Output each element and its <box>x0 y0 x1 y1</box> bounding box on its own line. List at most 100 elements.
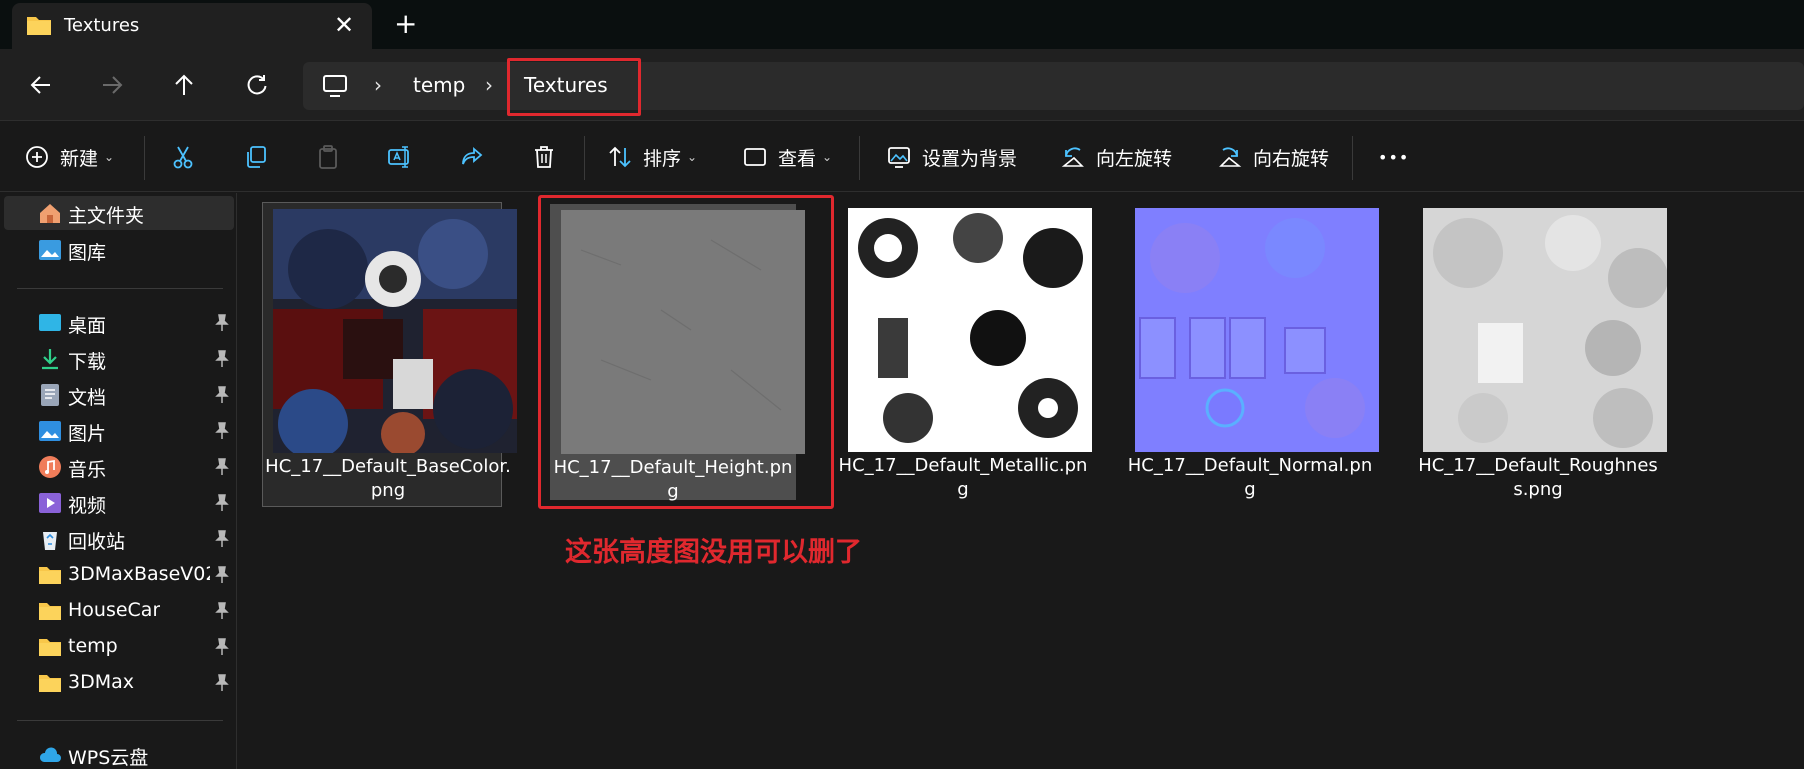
command-bar: 新建 ⌄ 排序 ⌄ 查看 ⌄ 设置为背景 向左旋转 向右旋转 ••• <box>0 122 1804 192</box>
highlight-box-breadcrumb <box>507 58 641 116</box>
pin-icon[interactable] <box>214 458 230 476</box>
file-item[interactable]: HC_17__Default_Normal.png <box>1125 202 1379 507</box>
gallery-icon <box>39 240 61 260</box>
home-icon <box>40 204 60 223</box>
pin-icon[interactable] <box>214 386 230 404</box>
breadcrumb-separator-icon[interactable]: › <box>374 73 382 97</box>
pin-icon[interactable] <box>214 530 230 548</box>
sidebar-item-label: 3DMaxBaseV020 <box>68 563 210 585</box>
sidebar-item-label: 主文件夹 <box>68 205 145 227</box>
sidebar-item-label: WPS云盘 <box>68 747 149 769</box>
sidebar-item-desktop[interactable]: 桌面 <box>4 306 234 340</box>
sidebar-divider <box>17 288 223 289</box>
music-icon <box>39 456 61 478</box>
file-name: HC_17__Default_Normal.png <box>1127 455 1373 500</box>
pin-icon[interactable] <box>214 422 230 440</box>
document-icon <box>41 384 59 406</box>
sidebar-item-label: temp <box>68 635 118 657</box>
rotate-right-button[interactable]: 向右旋转 <box>1217 140 1329 174</box>
sidebar-item-home[interactable]: 主文件夹 <box>4 196 234 230</box>
sidebar-item-label: HouseCar <box>68 599 161 621</box>
share-button[interactable] <box>459 140 485 174</box>
new-button[interactable]: 新建 ⌄ <box>24 140 114 174</box>
image-thumbnail <box>848 208 1092 452</box>
sidebar-item-downloads[interactable]: 下载 <box>4 342 234 376</box>
image-thumbnail <box>1135 208 1379 452</box>
set-as-background-label: 设置为背景 <box>922 147 1018 170</box>
pictures-icon <box>39 421 61 441</box>
sidebar-item-label: 视频 <box>68 495 107 517</box>
new-label: 新建 <box>60 147 99 170</box>
sidebar-item-wps-cloud[interactable]: WPS云盘 <box>4 738 234 769</box>
copy-button[interactable] <box>243 140 269 174</box>
sort-label: 排序 <box>643 147 682 170</box>
sidebar-item-videos[interactable]: 视频 <box>4 486 234 520</box>
pin-icon[interactable] <box>214 638 230 656</box>
pin-icon[interactable] <box>214 350 230 368</box>
sidebar-item-label: 回收站 <box>68 531 126 553</box>
sidebar-item-documents[interactable]: 文档 <box>4 378 234 412</box>
sidebar-item-gallery[interactable]: 图库 <box>4 233 234 267</box>
computer-icon[interactable] <box>321 73 349 99</box>
delete-button[interactable] <box>531 140 557 174</box>
arrow-right-icon <box>103 76 123 94</box>
close-tab-icon[interactable]: ✕ <box>334 13 354 37</box>
pin-icon[interactable] <box>214 494 230 512</box>
sidebar-item-label: 桌面 <box>68 315 107 337</box>
share-icon <box>462 147 483 165</box>
more-options-button[interactable]: ••• <box>1378 140 1409 174</box>
sidebar-item-temp[interactable]: temp <box>4 630 234 664</box>
image-thumbnail <box>1423 208 1667 452</box>
file-name: HC_17__Default_BaseColor.png <box>265 456 511 501</box>
rotate-right-icon <box>1219 147 1242 167</box>
sidebar-item-3dmax[interactable]: 3DMax <box>4 666 234 700</box>
file-name: HC_17__Default_Roughness.png <box>1418 455 1658 500</box>
rotate-left-icon <box>1061 147 1084 167</box>
sidebar-item-recycle-bin[interactable]: 回收站 <box>4 522 234 556</box>
sidebar-item-pictures[interactable]: 图片 <box>4 414 234 448</box>
new-tab-button[interactable]: + <box>394 10 417 38</box>
rotate-left-button[interactable]: 向左旋转 <box>1060 140 1172 174</box>
pin-icon[interactable] <box>214 602 230 620</box>
file-item[interactable]: HC_17__Default_Metallic.png <box>838 202 1092 507</box>
paste-button[interactable] <box>315 140 341 174</box>
file-name: HC_17__Default_Metallic.png <box>838 455 1088 500</box>
cut-button[interactable] <box>170 140 196 174</box>
file-item[interactable]: HC_17__Default_Roughness.png <box>1413 202 1667 507</box>
sidebar-item-music[interactable]: 音乐 <box>4 450 234 484</box>
pin-icon[interactable] <box>214 566 230 584</box>
view-button[interactable]: 查看 ⌄ <box>742 140 832 174</box>
rotate-left-label: 向左旋转 <box>1096 147 1173 170</box>
up-button[interactable] <box>167 68 201 102</box>
forward-button[interactable] <box>95 68 129 102</box>
back-button[interactable] <box>24 68 58 102</box>
sidebar-item-housecar[interactable]: HouseCar <box>4 594 234 628</box>
sidebar-item-label: 音乐 <box>68 459 107 481</box>
sidebar-item-3dmaxbasev020[interactable]: 3DMaxBaseV020 <box>4 558 234 592</box>
plus-circle-icon <box>26 146 48 168</box>
sidebar-item-label: 图库 <box>68 242 107 264</box>
cloud-icon <box>39 747 61 762</box>
arrow-left-icon <box>30 76 50 94</box>
sort-button[interactable]: 排序 ⌄ <box>607 140 697 174</box>
folder-icon <box>27 17 51 35</box>
tab-title: Textures <box>64 15 140 36</box>
refresh-button[interactable] <box>240 68 274 102</box>
sidebar-item-label: 下载 <box>68 351 107 373</box>
rename-button[interactable] <box>387 140 413 174</box>
set-as-background-button[interactable]: 设置为背景 <box>886 140 1017 174</box>
highlight-box-file <box>538 195 834 509</box>
image-thumbnail <box>273 209 517 453</box>
breadcrumb-separator-icon[interactable]: › <box>485 73 493 97</box>
scissors-icon <box>173 146 193 169</box>
folder-icon <box>39 567 61 584</box>
arrow-up-icon <box>175 74 193 95</box>
tab-textures[interactable]: Textures ✕ <box>12 3 372 49</box>
breadcrumb-temp[interactable]: temp <box>413 73 465 97</box>
file-item[interactable]: HC_17__Default_BaseColor.png <box>262 202 517 507</box>
pin-icon[interactable] <box>214 314 230 332</box>
folder-icon <box>39 603 61 620</box>
pin-icon[interactable] <box>214 674 230 692</box>
refresh-icon <box>247 75 267 95</box>
navigation-pane: 主文件夹 图库 桌面 下载 文档 图片 音乐 视频 回收站 3DMaxBaseV… <box>0 193 237 769</box>
